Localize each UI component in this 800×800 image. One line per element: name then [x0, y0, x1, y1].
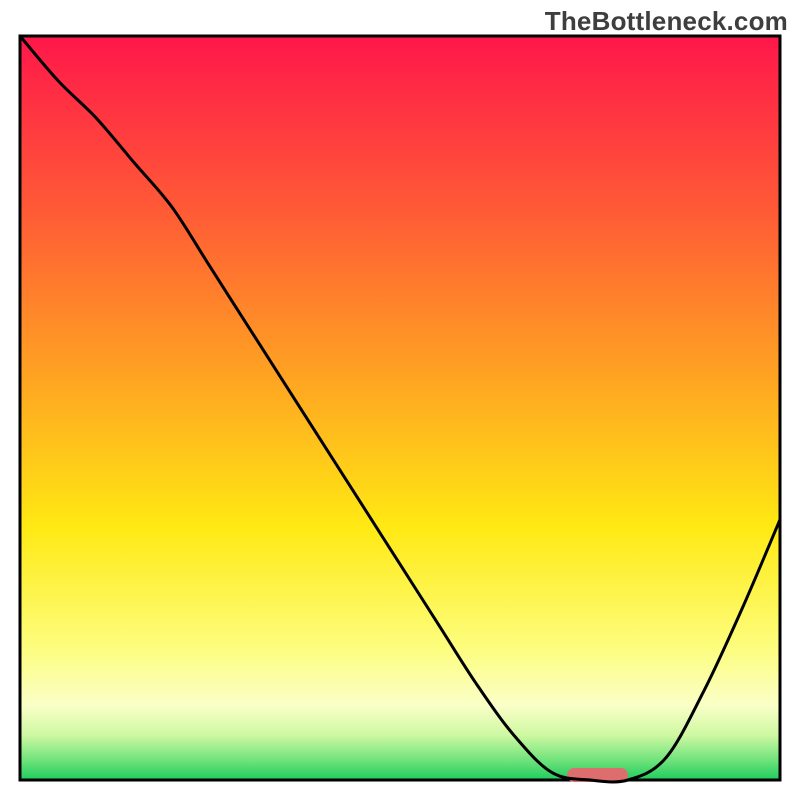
- chart-container: TheBottleneck.com: [0, 0, 800, 800]
- bottleneck-chart: [0, 0, 800, 800]
- plot-background: [20, 36, 780, 780]
